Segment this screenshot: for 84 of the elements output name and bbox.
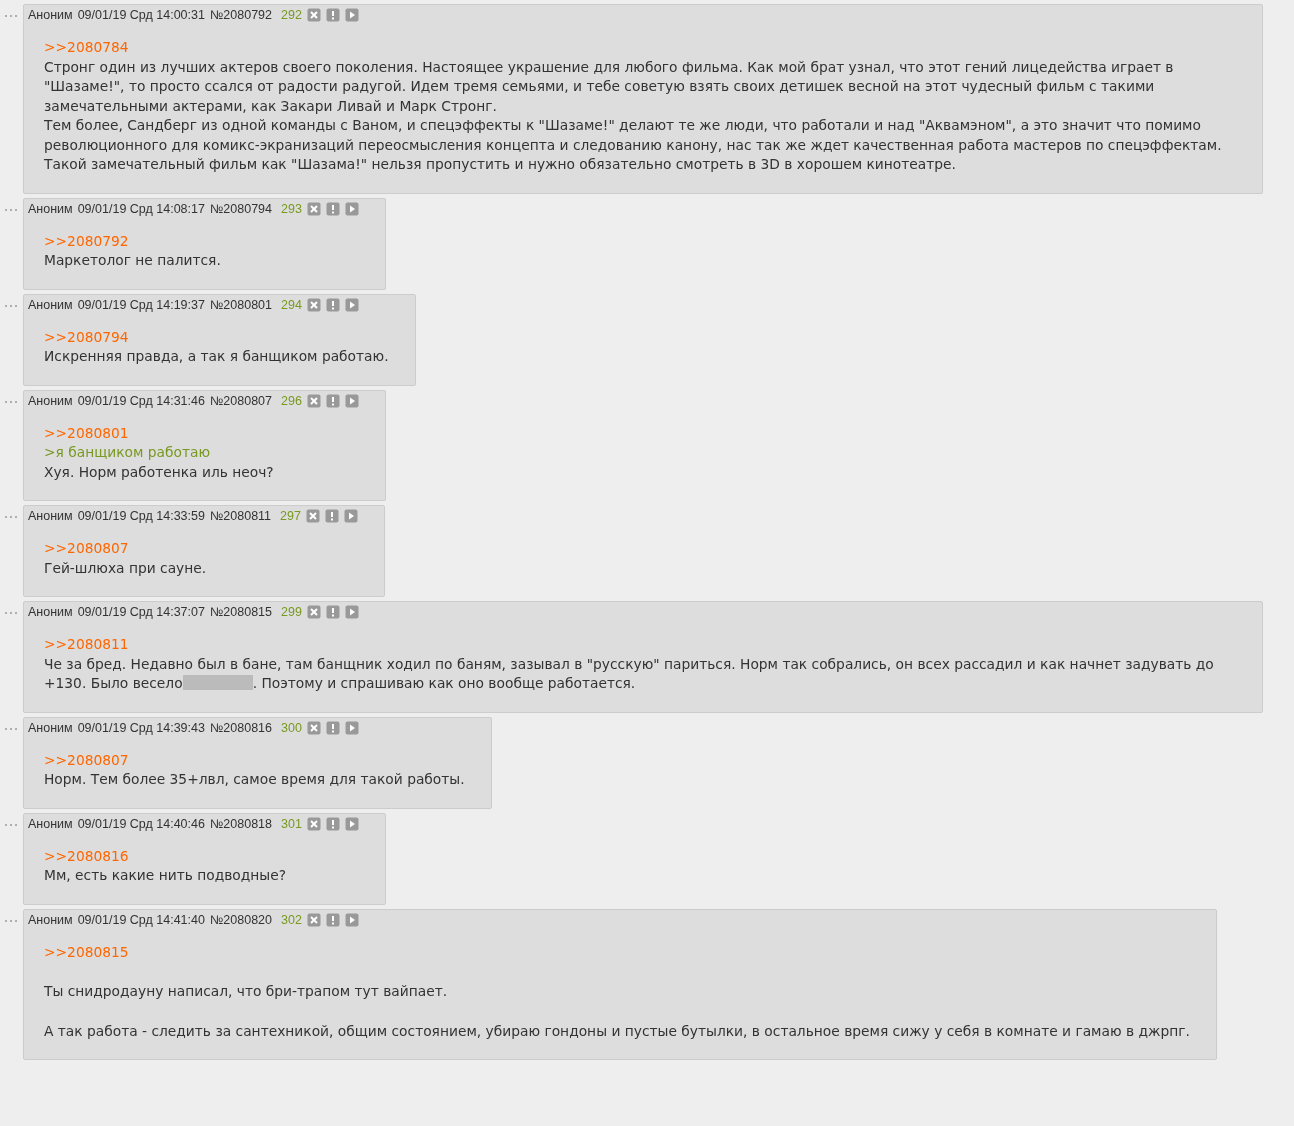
more-icon[interactable] <box>4 726 20 731</box>
play-icon[interactable] <box>344 393 359 408</box>
post-text: Мм, есть какие нить подводные? <box>44 866 288 885</box>
post-number[interactable]: №2080815 <box>209 605 272 619</box>
hide-icon[interactable] <box>306 297 321 312</box>
author-name: Аноним <box>28 605 73 619</box>
post-date: 09/01/19 Срд 14:41:40 <box>77 912 205 927</box>
post-number[interactable]: №2080792 <box>209 8 272 22</box>
post-text: Хуя. Норм работенка иль неоч? <box>44 462 275 482</box>
more-icon[interactable] <box>4 918 20 923</box>
post-text: Искренняя правда, а так я банщиком работаю. <box>44 347 389 366</box>
post-text: Стронг один из лучших актеров своего поколения. Настоящее украшение для любого фильма. Как мой брат узнал, что этот гений лицедейства играет в "Шазаме!", то просто ссался от радости радугой. Идем тремя семьями, и тебе советую взять своих детишек весной на этот чудесный фильм с такими замечательными актерами, как Закари Ливай и Марк Стронг. <box>44 57 1175 116</box>
post-index: 294 <box>281 297 302 312</box>
post-date: 09/01/19 Срд 14:31:46 <box>77 393 205 408</box>
post-number[interactable]: №2080818 <box>209 816 272 831</box>
hide-icon[interactable] <box>306 605 321 619</box>
more-icon[interactable] <box>4 399 20 404</box>
more-icon[interactable] <box>4 14 20 18</box>
play-icon[interactable] <box>344 816 359 831</box>
author-name: Аноним <box>28 509 73 523</box>
author-name: Аноним <box>28 912 73 927</box>
post-text: А так работа - следить за сантехникой, общим состоянием, убираю гондоны и пустые бутылки, в остальное время сижу у себя в комнате и гамаю в джрпг. <box>44 1021 1190 1041</box>
post-number[interactable]: №2080816 <box>209 720 272 735</box>
post-number[interactable]: №2080801 <box>209 297 272 312</box>
more-icon[interactable] <box>4 303 20 308</box>
hide-icon[interactable] <box>305 509 320 523</box>
play-icon[interactable] <box>344 297 359 312</box>
author-name: Аноним <box>28 8 73 22</box>
author-name: Аноним <box>28 720 73 735</box>
post-date: 09/01/19 Срд 14:37:07 <box>77 605 205 619</box>
author-name: Аноним <box>28 816 73 831</box>
post-date: 09/01/19 Срд 14:40:46 <box>77 816 205 831</box>
report-icon[interactable] <box>325 816 340 831</box>
post-index: 293 <box>281 201 302 216</box>
post-text: Че за бред. Недавно был в бане, там банщник ходил по баням, зазывал в "русскую" париться. Норм так собрались, он всех рассадил и как начнет задувать до +130. Было весело . Поэтому и спрашиваю как оно вообще работается. <box>44 655 1214 691</box>
report-icon[interactable] <box>325 201 340 216</box>
post-index: 301 <box>281 816 302 831</box>
post-date: 09/01/19 Срд 14:19:37 <box>77 297 205 312</box>
post-number[interactable]: №2080794 <box>209 201 272 216</box>
post-text: Тем более, Сандберг из одной команды с Ваном, и спецэффекты к "Шазаме!" делают те же люди, что работали и над "Аквамэном", а это значит что помимо революционного для комикс-экранизаций переосмысления концепта и следованию канону, нас так же ждет качественная работа мастеров по спецэффектам. Такой замечательный фильм как "Шазама!" нельзя пропустить и нужно обязательно смотреть в 3D в хорошем кинотеатре. <box>44 116 1223 174</box>
report-icon[interactable] <box>325 297 340 312</box>
report-icon[interactable] <box>325 605 340 619</box>
hide-icon[interactable] <box>306 912 321 927</box>
hide-icon[interactable] <box>306 201 321 216</box>
play-icon[interactable] <box>344 720 359 735</box>
post-text: Ты снидродауну написал, что бри-трапом тут вайпает. <box>44 982 449 1001</box>
hide-icon[interactable] <box>306 816 321 831</box>
post-index: 299 <box>281 605 302 619</box>
report-icon[interactable] <box>325 393 340 408</box>
report-icon[interactable] <box>325 8 340 22</box>
post-index: 297 <box>280 509 301 523</box>
author-name: Аноним <box>28 393 73 408</box>
play-icon[interactable] <box>344 201 359 216</box>
play-icon[interactable] <box>344 912 359 927</box>
more-icon[interactable] <box>4 515 20 519</box>
play-icon[interactable] <box>344 605 359 619</box>
post-number[interactable]: №2080807 <box>209 393 272 408</box>
post-text: Норм. Тем более 35+лвл, самое время для такой работы. <box>44 770 465 789</box>
more-icon[interactable] <box>4 822 20 827</box>
post-text: Гей-шлюха при сауне. <box>44 558 208 578</box>
post-index: 302 <box>281 912 302 927</box>
author-name: Аноним <box>28 201 73 216</box>
post-date: 09/01/19 Срд 14:00:31 <box>77 8 205 22</box>
play-icon[interactable] <box>343 509 358 523</box>
more-icon[interactable] <box>4 207 20 212</box>
post-date: 09/01/19 Срд 14:33:59 <box>77 509 205 523</box>
report-icon[interactable] <box>325 912 340 927</box>
hide-icon[interactable] <box>306 720 321 735</box>
post-text: Маркетолог не палится. <box>44 251 222 270</box>
report-icon[interactable] <box>325 720 340 735</box>
quote-text: >я банщиком работаю <box>44 443 212 462</box>
post-date: 09/01/19 Срд 14:39:43 <box>77 720 205 735</box>
post-index: 296 <box>281 393 302 408</box>
post-number[interactable]: №2080811 <box>209 509 272 523</box>
play-icon[interactable] <box>344 8 359 22</box>
report-icon[interactable] <box>324 509 339 523</box>
hide-icon[interactable] <box>306 393 321 408</box>
post-index: 292 <box>281 8 302 22</box>
post-number[interactable]: №2080820 <box>209 912 272 927</box>
post-date: 09/01/19 Срд 14:08:17 <box>77 201 205 216</box>
more-icon[interactable] <box>4 611 20 615</box>
author-name: Аноним <box>28 297 73 312</box>
hide-icon[interactable] <box>306 8 321 22</box>
post-index: 300 <box>281 720 302 735</box>
